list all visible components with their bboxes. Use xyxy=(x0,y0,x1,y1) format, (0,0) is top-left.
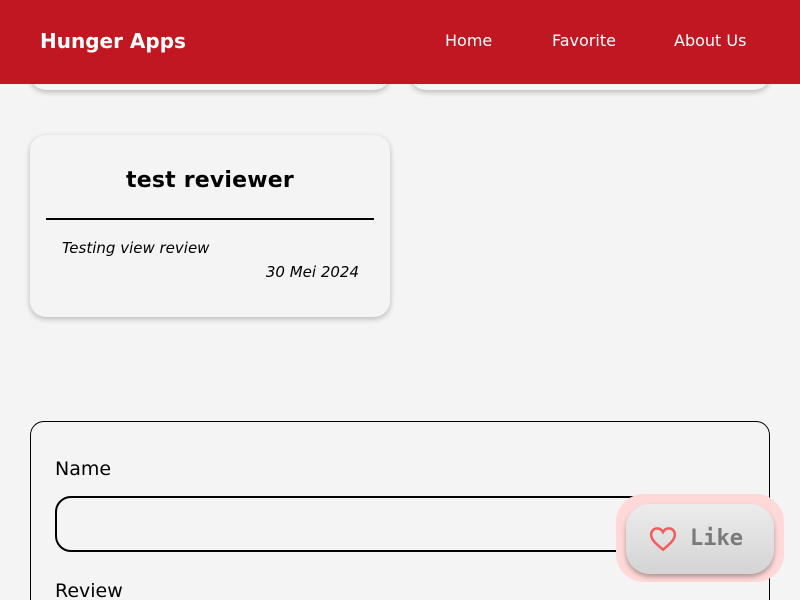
review-text: Testing view review xyxy=(62,239,210,257)
review-divider xyxy=(46,218,374,220)
like-button[interactable]: Like xyxy=(626,504,774,574)
heart-outline-icon xyxy=(648,524,678,554)
review-card: test reviewer Testing view review 30 Mei… xyxy=(30,135,390,317)
review-label: Review xyxy=(55,580,123,600)
app-header: Hunger Apps Home Favorite About Us xyxy=(0,0,800,84)
like-label: Like xyxy=(690,526,743,551)
reviewer-name: test reviewer xyxy=(126,168,294,193)
review-date: 30 Mei 2024 xyxy=(265,263,359,281)
page: test reviewer Testing view review 30 Mei… xyxy=(0,0,800,600)
nav-about-link[interactable]: About Us xyxy=(674,31,746,50)
nav-home-link[interactable]: Home xyxy=(445,31,492,50)
nav-favorite-link[interactable]: Favorite xyxy=(552,31,616,50)
brand-logo[interactable]: Hunger Apps xyxy=(40,29,186,53)
name-label: Name xyxy=(55,458,112,480)
